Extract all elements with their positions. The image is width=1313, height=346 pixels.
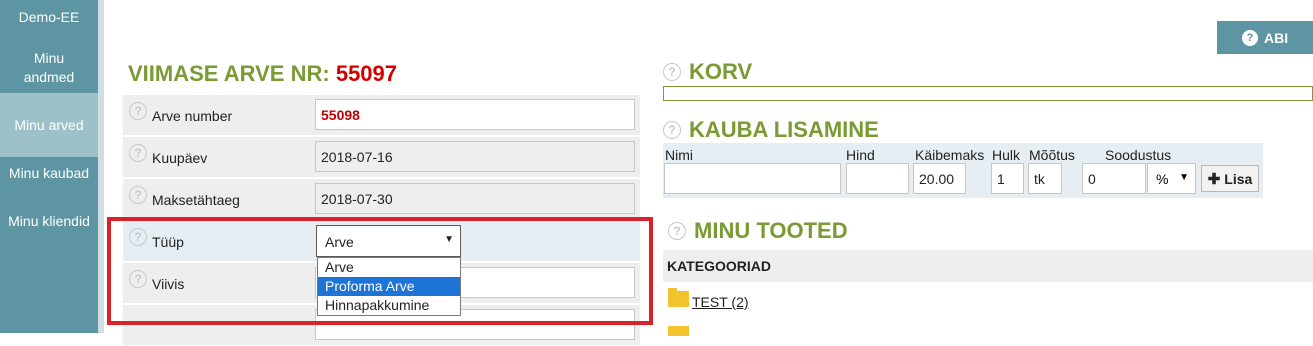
caret-down-icon: ▼ <box>1179 172 1189 183</box>
date-input[interactable]: 2018-07-16 <box>315 141 635 172</box>
product-name-input[interactable] <box>664 163 841 194</box>
products-title-text: MINU TOOTED <box>694 218 848 243</box>
sidebar-item-minu-arved[interactable]: Minu arved <box>0 93 98 157</box>
name-label: Nimi <box>665 147 693 163</box>
categories-header: KATEGOORIAD <box>663 250 1313 282</box>
form-row-invoice-number: ? Arve number 55098 <box>123 95 640 136</box>
help-icon[interactable]: ? <box>129 186 147 204</box>
product-vat-input[interactable]: 20.00 <box>913 163 966 194</box>
discount-type-value: % <box>1156 171 1169 187</box>
product-unit-input[interactable]: tk <box>1028 163 1062 194</box>
help-icon[interactable]: ? <box>668 222 686 240</box>
add-product-title: ? KAUBA LISAMINE <box>663 117 879 143</box>
highlight-box <box>107 217 653 325</box>
sidebar: Demo-EE Minu andmed Minu arved Minu kaub… <box>0 0 104 333</box>
product-discount-input[interactable]: 0 <box>1082 163 1146 194</box>
cart-bar <box>663 86 1313 101</box>
category-item[interactable]: TEST (2) <box>668 288 749 310</box>
help-button-label: ABI <box>1264 29 1289 46</box>
sidebar-item-minu-andmed[interactable]: Minu andmed <box>0 49 98 93</box>
add-product-button[interactable]: ✚ Lisa <box>1201 165 1259 192</box>
sidebar-edge <box>98 0 104 333</box>
discount-label: Soodustus <box>1105 147 1172 163</box>
add-product-button-label: Lisa <box>1224 170 1253 187</box>
form-row-due-date: ? Maksetähtaeg 2018-07-30 <box>123 179 640 220</box>
category-link[interactable]: TEST (2) <box>692 294 749 310</box>
plus-icon: ✚ <box>1207 170 1221 188</box>
unit-label: Mõõtus <box>1029 147 1075 163</box>
help-icon[interactable]: ? <box>663 121 681 139</box>
add-product-title-text: KAUBA LISAMINE <box>689 117 879 142</box>
invoice-number-input[interactable]: 55098 <box>315 99 635 130</box>
vat-label: Käibemaks <box>915 147 985 163</box>
qty-label: Hulk <box>992 147 1021 163</box>
sidebar-item-minu-kaubad[interactable]: Minu kaubad <box>0 164 98 183</box>
help-button[interactable]: ? ABI <box>1217 21 1313 54</box>
form-row-date: ? Kuupäev 2018-07-16 <box>123 137 640 178</box>
invoice-number-label: Arve number <box>152 108 233 124</box>
folder-icon <box>668 288 689 307</box>
date-label: Kuupäev <box>152 150 208 166</box>
discount-type-select[interactable]: % ▼ <box>1147 163 1196 194</box>
due-date-label: Maksetähtaeg <box>152 192 240 208</box>
add-product-panel: Nimi Hind Käibemaks Hulk Mõõtus Soodustu… <box>663 143 1263 198</box>
last-invoice-number: 55097 <box>335 61 398 86</box>
product-price-input[interactable] <box>846 163 909 194</box>
page-title: VIIMASE ARVE NR: 55097 <box>128 61 397 87</box>
sidebar-item-demo-ee[interactable]: Demo-EE <box>0 8 98 27</box>
sidebar-item-minu-kliendid[interactable]: Minu kliendid <box>0 212 98 231</box>
product-qty-input[interactable]: 1 <box>991 163 1024 194</box>
question-circle-icon: ? <box>1242 29 1258 46</box>
help-icon[interactable]: ? <box>663 63 681 81</box>
price-label: Hind <box>846 147 875 163</box>
help-icon[interactable]: ? <box>129 144 147 162</box>
products-title: ? MINU TOOTED <box>668 218 848 244</box>
folder-icon <box>668 326 689 336</box>
due-date-input[interactable]: 2018-07-30 <box>315 183 635 214</box>
cart-title: ? KORV <box>663 59 752 85</box>
page-title-text: VIIMASE ARVE NR: <box>128 61 330 86</box>
help-icon[interactable]: ? <box>129 102 147 120</box>
cart-title-text: KORV <box>689 59 753 84</box>
